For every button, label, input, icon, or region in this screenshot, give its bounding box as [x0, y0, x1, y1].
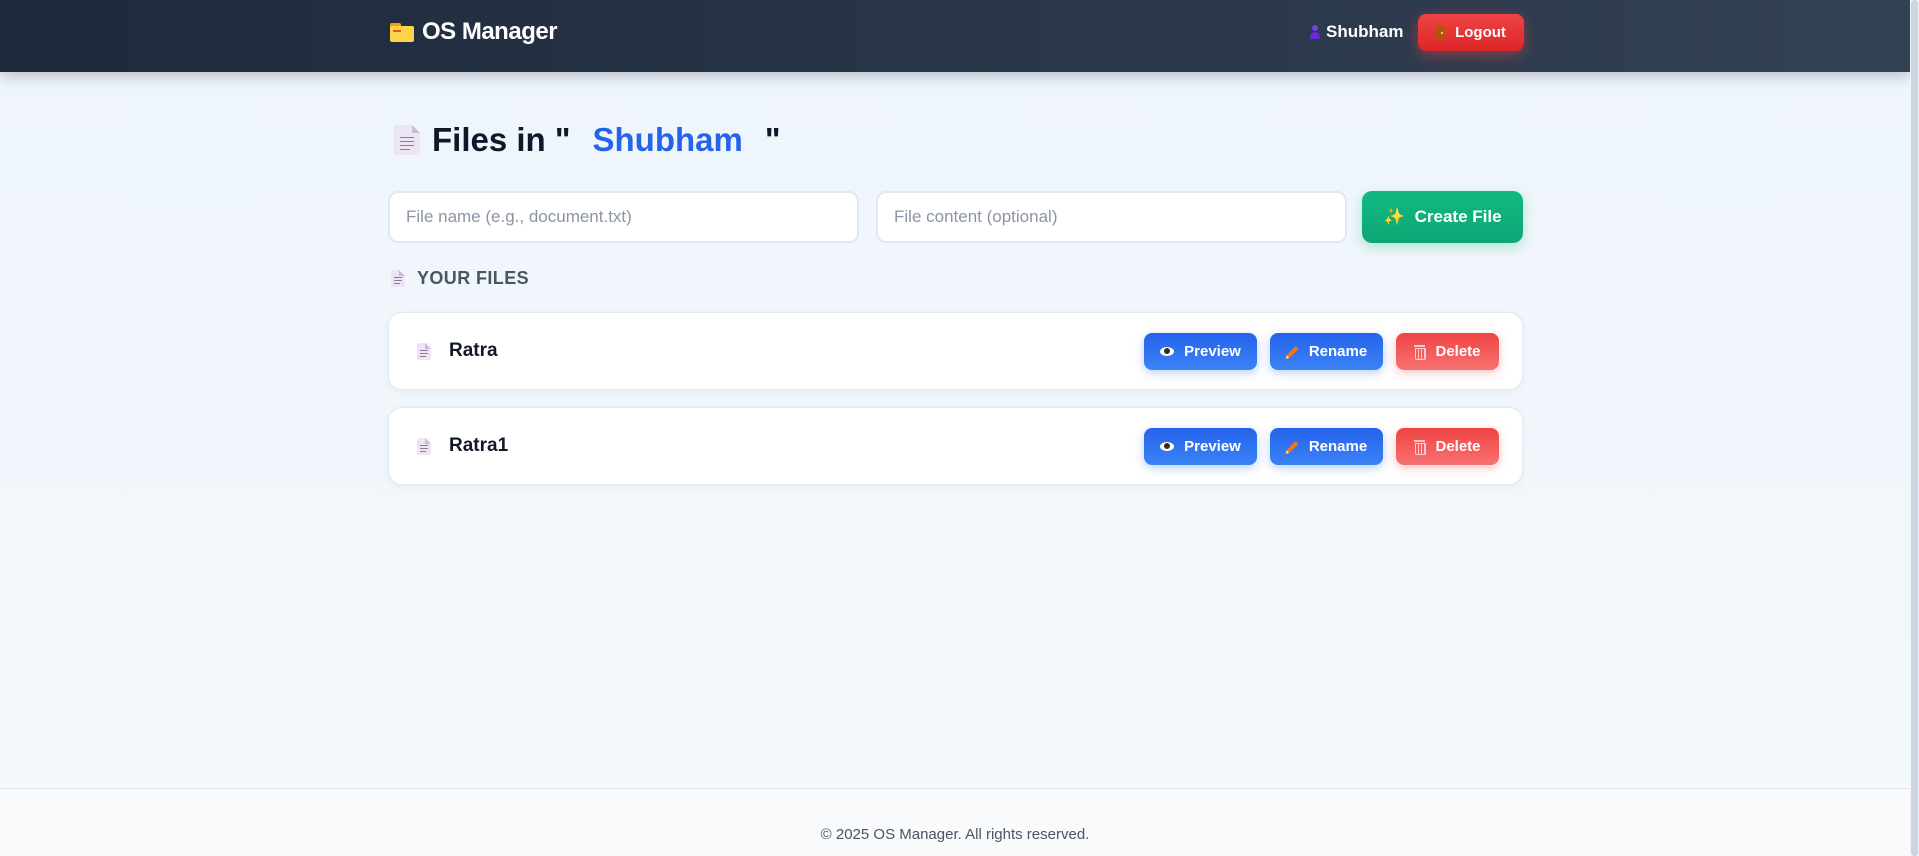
scrollbar-thumb[interactable] [1911, 0, 1918, 856]
trash-icon [1414, 345, 1427, 360]
page-footer: © 2025 OS Manager. All rights reserved. [0, 788, 1910, 856]
delete-button[interactable]: Delete [1396, 428, 1499, 465]
delete-label: Delete [1435, 438, 1481, 455]
file-name[interactable]: Ratra [449, 340, 498, 362]
document-icon [394, 125, 420, 155]
create-file-button[interactable]: ✨ Create File [1362, 191, 1523, 243]
current-user: Shubham [1309, 20, 1403, 44]
trash-icon [1414, 440, 1427, 455]
rename-label: Rename [1308, 343, 1368, 360]
create-file-label: Create File [1414, 207, 1502, 226]
door-icon [1436, 25, 1446, 40]
delete-button[interactable]: Delete [1396, 333, 1499, 370]
brand[interactable]: OS Manager [390, 17, 558, 47]
sparkle-icon: ✨ [1383, 207, 1405, 226]
document-icon [391, 269, 405, 287]
eye-icon [1160, 347, 1175, 356]
preview-button[interactable]: Preview [1144, 333, 1257, 370]
files-section-heading: YOUR FILES [391, 267, 529, 289]
folder-name: Shubham [592, 121, 743, 158]
preview-button[interactable]: Preview [1144, 428, 1257, 465]
file-name-input[interactable] [388, 191, 859, 243]
preview-label: Preview [1184, 343, 1241, 360]
logout-button[interactable]: Logout [1418, 14, 1524, 51]
logout-label: Logout [1455, 24, 1506, 41]
file-content-input[interactable] [876, 191, 1347, 243]
username-label: Shubham [1326, 22, 1404, 41]
page-title: Files in " Shubham " [394, 119, 781, 161]
rename-label: Rename [1308, 438, 1368, 455]
top-navbar: OS Manager Shubham Logout [0, 0, 1910, 72]
files-section-label: YOUR FILES [417, 267, 530, 288]
preview-label: Preview [1184, 438, 1241, 455]
delete-label: Delete [1435, 343, 1481, 360]
brand-title: OS Manager [422, 18, 558, 45]
title-suffix: " [764, 121, 781, 158]
rename-button[interactable]: Rename [1270, 428, 1383, 465]
folder-icon [390, 22, 414, 42]
file-name[interactable]: Ratra1 [449, 435, 508, 457]
file-icon [417, 343, 431, 360]
eye-icon [1160, 442, 1175, 451]
title-prefix: Files in " [432, 121, 571, 158]
user-icon [1309, 24, 1320, 40]
file-row: Ratra1 Preview Rename Delete [388, 407, 1523, 485]
pencil-icon [1286, 440, 1299, 453]
file-icon [417, 438, 431, 455]
copyright-text: © 2025 OS Manager. All rights reserved. [820, 826, 1090, 843]
file-row: Ratra Preview Rename Delete [388, 312, 1523, 390]
vertical-scrollbar[interactable] [1910, 0, 1919, 856]
rename-button[interactable]: Rename [1270, 333, 1383, 370]
pencil-icon [1286, 345, 1299, 358]
